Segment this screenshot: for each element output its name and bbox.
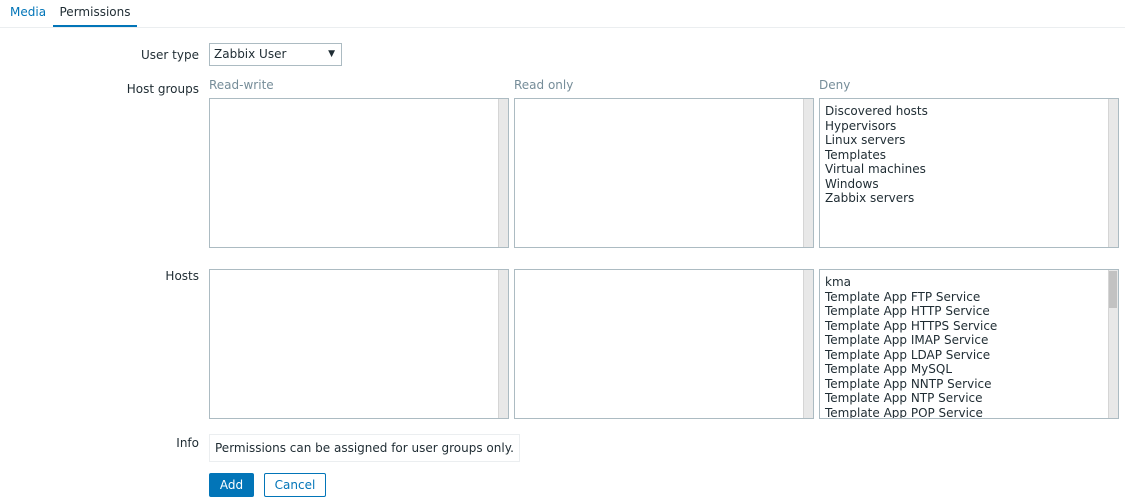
info-label: Info bbox=[176, 436, 199, 450]
list-item[interactable]: Template App LDAP Service bbox=[825, 348, 1118, 363]
list-item[interactable]: Hypervisors bbox=[825, 119, 1118, 134]
tab-media[interactable]: Media bbox=[10, 0, 46, 27]
list-item[interactable]: Template App POP Service bbox=[825, 406, 1118, 419]
hosts-read-only-list[interactable] bbox=[514, 269, 814, 419]
cancel-button[interactable]: Cancel bbox=[264, 473, 326, 497]
scrollbar[interactable] bbox=[498, 270, 508, 418]
scrollbar[interactable] bbox=[1108, 270, 1118, 418]
list-item[interactable]: Template App HTTP Service bbox=[825, 304, 1118, 319]
user-type-select[interactable]: Zabbix User ▼ bbox=[209, 43, 342, 66]
host-groups-read-only-list[interactable] bbox=[514, 98, 814, 248]
user-type-label: User type bbox=[141, 48, 199, 62]
scrollbar[interactable] bbox=[1108, 99, 1118, 247]
read-write-header: Read-write bbox=[209, 78, 274, 92]
list-item[interactable]: Template App NNTP Service bbox=[825, 377, 1118, 392]
scrollbar-thumb[interactable] bbox=[1109, 271, 1117, 308]
list-item[interactable]: kma bbox=[825, 275, 1118, 290]
list-item[interactable]: Virtual machines bbox=[825, 162, 1118, 177]
host-groups-deny-list[interactable]: Discovered hosts Hypervisors Linux servers… bbox=[819, 98, 1119, 248]
scrollbar[interactable] bbox=[803, 270, 813, 418]
list-item[interactable]: Template App HTTPS Service bbox=[825, 319, 1118, 334]
hosts-read-write-list[interactable] bbox=[209, 269, 509, 419]
user-type-value: Zabbix User bbox=[214, 47, 287, 61]
hosts-deny-items: kma Template App FTP Service Template App … bbox=[820, 270, 1118, 419]
list-item[interactable]: Template App MySQL bbox=[825, 362, 1118, 377]
tab-permissions[interactable]: Permissions bbox=[53, 0, 137, 27]
host-groups-label: Host groups bbox=[126, 82, 199, 96]
list-item[interactable]: Template App IMAP Service bbox=[825, 333, 1118, 348]
add-button[interactable]: Add bbox=[209, 473, 254, 497]
list-item[interactable]: Template App NTP Service bbox=[825, 391, 1118, 406]
list-item[interactable]: Discovered hosts bbox=[825, 104, 1118, 119]
host-groups-deny-items: Discovered hosts Hypervisors Linux servers… bbox=[820, 99, 1118, 206]
info-message: Permissions can be assigned for user gro… bbox=[209, 434, 520, 462]
hosts-deny-list[interactable]: kma Template App FTP Service Template App … bbox=[819, 269, 1119, 419]
tab-bar: Media Permissions bbox=[0, 0, 1125, 28]
list-item[interactable]: Template App FTP Service bbox=[825, 290, 1118, 305]
read-only-header: Read only bbox=[514, 78, 574, 92]
list-item[interactable]: Linux servers bbox=[825, 133, 1118, 148]
host-groups-read-write-list[interactable] bbox=[209, 98, 509, 248]
hosts-label: Hosts bbox=[165, 269, 199, 283]
list-item[interactable]: Templates bbox=[825, 148, 1118, 163]
chevron-down-icon: ▼ bbox=[328, 49, 335, 59]
list-item[interactable]: Windows bbox=[825, 177, 1118, 192]
deny-header: Deny bbox=[819, 78, 851, 92]
scrollbar[interactable] bbox=[803, 99, 813, 247]
list-item[interactable]: Zabbix servers bbox=[825, 191, 1118, 206]
scrollbar[interactable] bbox=[498, 99, 508, 247]
